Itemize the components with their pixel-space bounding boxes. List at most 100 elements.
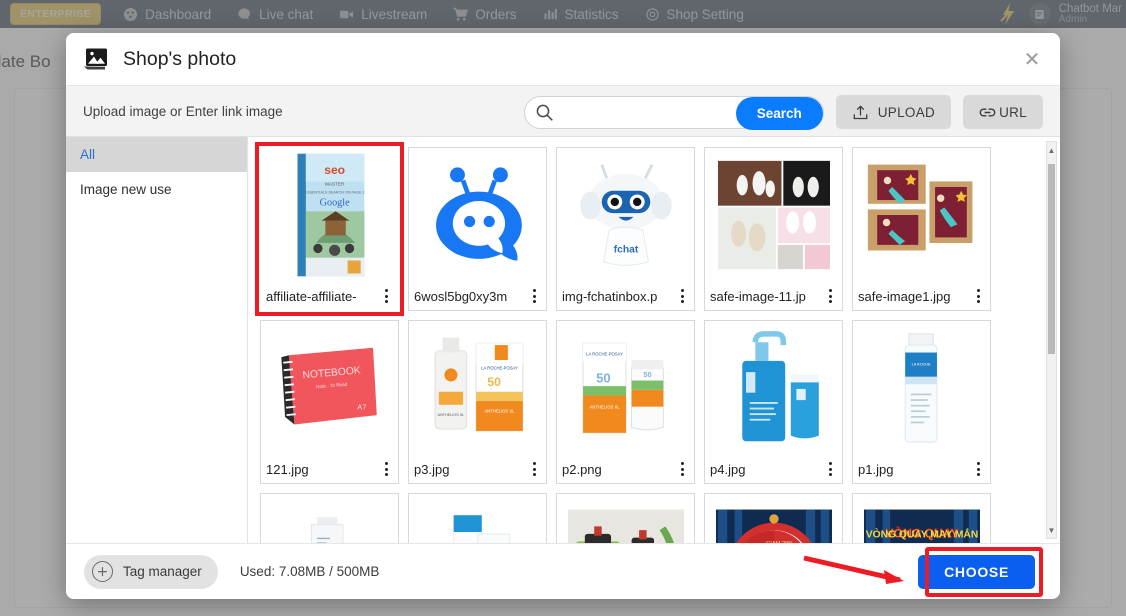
image-grid: seo MASTER ESSENTIALS SEARCH ON PAGE 1 G… xyxy=(255,142,1020,543)
image-name: p2.png xyxy=(562,461,602,477)
svg-text:seo: seo xyxy=(324,163,345,177)
svg-text:LA ROCHE: LA ROCHE xyxy=(911,363,930,367)
svg-text:Google: Google xyxy=(319,198,350,209)
image-thumbnail: LA ROCHE xyxy=(853,321,990,455)
svg-text:LA ROCHE-POSAY: LA ROCHE-POSAY xyxy=(586,351,623,356)
image-name: safe-image1.jpg xyxy=(858,288,951,304)
image-card[interactable]: ANTHELIOS XL LA ROCHE-POSAY 50 ANTHELIOS… xyxy=(408,320,547,484)
url-button-label: URL xyxy=(999,104,1027,120)
image-thumbnail: NOTEBOOK Note - To Read A7 xyxy=(261,321,398,455)
sidebar-item-image-new-use[interactable]: Image new use xyxy=(66,172,247,207)
image-name: p3.jpg xyxy=(414,461,450,477)
sidebar-item-label: Image new use xyxy=(80,182,172,197)
image-card[interactable]: safe-image-11.jp xyxy=(704,147,843,311)
image-card[interactable] xyxy=(408,493,547,543)
category-sidebar: All Image new use xyxy=(66,137,248,543)
more-options-icon[interactable] xyxy=(526,459,542,479)
tag-manager-button[interactable]: + Tag manager xyxy=(84,554,218,589)
image-name: img-fchatinbox.p xyxy=(562,288,658,304)
choose-button[interactable]: CHOOSE xyxy=(918,554,1035,589)
image-name: p4.jpg xyxy=(710,461,746,477)
image-name: affiliate-affiliate- xyxy=(266,288,357,304)
annotation-arrow xyxy=(803,555,904,584)
scroll-up-icon[interactable]: ▲ xyxy=(1047,143,1056,157)
more-options-icon[interactable] xyxy=(674,459,690,479)
search-button[interactable]: Search xyxy=(735,96,823,130)
more-options-icon[interactable] xyxy=(822,286,838,306)
more-options-icon[interactable] xyxy=(526,286,542,306)
image-name: 121.jpg xyxy=(266,461,309,477)
svg-text:ANTHELIOS XL: ANTHELIOS XL xyxy=(484,408,515,413)
more-options-icon[interactable] xyxy=(378,286,394,306)
modal-header: Shop's photo ✕ xyxy=(66,33,1060,85)
image-card-footer: p3.jpg xyxy=(409,455,546,483)
image-card[interactable] xyxy=(556,493,695,543)
image-card-footer: affiliate-affiliate- xyxy=(261,282,398,310)
more-options-icon[interactable] xyxy=(378,459,394,479)
scrollbar-thumb[interactable] xyxy=(1048,164,1055,354)
more-options-icon[interactable] xyxy=(970,459,986,479)
image-card[interactable] xyxy=(260,493,399,543)
image-card-footer: safe-image-11.jp xyxy=(705,282,842,310)
svg-text:fchat: fchat xyxy=(613,244,638,255)
image-name: safe-image-11.jp xyxy=(710,288,806,304)
image-thumbnail: seo MASTER ESSENTIALS SEARCH ON PAGE 1 G… xyxy=(261,148,398,282)
shop-photo-modal: Shop's photo ✕ Upload image or Enter lin… xyxy=(66,33,1060,599)
modal-footer: + Tag manager Used: 7.08MB / 500MB CHOOS… xyxy=(66,543,1060,599)
image-card[interactable]: safe-image1.jpg xyxy=(852,147,991,311)
image-thumbnail: fchat xyxy=(557,148,694,282)
sidebar-item-label: All xyxy=(80,147,96,162)
toolbar-actions: Search UPLOAD URL xyxy=(523,86,1043,138)
svg-text:50: 50 xyxy=(487,375,501,389)
image-card[interactable]: GIAM 20% xyxy=(704,493,843,543)
image-thumbnail xyxy=(853,148,990,282)
svg-text:LA ROCHE-POSAY: LA ROCHE-POSAY xyxy=(481,365,518,370)
image-card[interactable]: seo MASTER ESSENTIALS SEARCH ON PAGE 1 G… xyxy=(255,142,404,316)
image-thumbnail xyxy=(705,148,842,282)
image-card-footer: 6wosl5bg0xy3m xyxy=(409,282,546,310)
upload-button[interactable]: UPLOAD xyxy=(835,95,952,129)
image-card-footer: p4.jpg xyxy=(705,455,842,483)
image-thumbnail: ANTHELIOS XL LA ROCHE-POSAY 50 ANTHELIOS… xyxy=(409,321,546,455)
image-card[interactable]: VÒNG QUAY VÒNG QUAY MAY MẮN xyxy=(852,493,991,543)
svg-text:VÒNG QUAY MAY MẮN: VÒNG QUAY MAY MẮN xyxy=(865,528,978,541)
image-card-footer: safe-image1.jpg xyxy=(853,282,990,310)
image-thumbnail: GIAM 20% xyxy=(705,494,842,543)
image-card[interactable]: fchat img-fchatinbox.p xyxy=(556,147,695,311)
image-thumbnail: LA ROCHE-POSAY 50 ANTHELIOS XL 50 xyxy=(557,321,694,455)
image-card[interactable]: NOTEBOOK Note - To Read A7 121.jpg xyxy=(260,320,399,484)
link-icon xyxy=(979,104,996,121)
svg-text:50: 50 xyxy=(596,370,611,385)
image-card[interactable]: LA ROCHE-POSAY 50 ANTHELIOS XL 50 p2.png xyxy=(556,320,695,484)
sidebar-item-all[interactable]: All xyxy=(66,137,247,172)
scroll-down-icon[interactable]: ▼ xyxy=(1047,523,1056,537)
svg-text:A7: A7 xyxy=(357,403,366,412)
image-card-footer: p2.png xyxy=(557,455,694,483)
svg-text:MASTER: MASTER xyxy=(325,181,345,186)
image-card[interactable]: p4.jpg xyxy=(704,320,843,484)
image-card-footer: p1.jpg xyxy=(853,455,990,483)
image-card-footer: img-fchatinbox.p xyxy=(557,282,694,310)
tag-manager-label: Tag manager xyxy=(123,564,202,579)
grid-scrollbar[interactable]: ▲ ▼ xyxy=(1046,141,1057,539)
image-thumbnail: VÒNG QUAY VÒNG QUAY MAY MẮN xyxy=(853,494,990,543)
image-stack-icon xyxy=(83,47,109,71)
more-options-icon[interactable] xyxy=(674,286,690,306)
image-card[interactable]: LA ROCHE p1.jpg xyxy=(852,320,991,484)
image-thumbnail xyxy=(261,494,398,543)
close-icon[interactable]: ✕ xyxy=(1020,47,1044,71)
image-grid-area: seo MASTER ESSENTIALS SEARCH ON PAGE 1 G… xyxy=(248,137,1060,543)
svg-text:ESSENTIALS SEARCH ON PAGE 1: ESSENTIALS SEARCH ON PAGE 1 xyxy=(304,191,364,195)
url-button[interactable]: URL xyxy=(963,95,1043,129)
image-thumbnail xyxy=(409,148,546,282)
upload-hint-label: Upload image or Enter link image xyxy=(83,103,283,119)
modal-toolbar: Upload image or Enter link image Search … xyxy=(66,85,1060,137)
search-field-wrapper[interactable]: Search xyxy=(523,95,824,130)
upload-icon xyxy=(852,104,869,121)
storage-used-label: Used: 7.08MB / 500MB xyxy=(239,564,380,579)
more-options-icon[interactable] xyxy=(970,286,986,306)
image-name: p1.jpg xyxy=(858,461,894,477)
more-options-icon[interactable] xyxy=(822,459,838,479)
image-card[interactable]: 6wosl5bg0xy3m xyxy=(408,147,547,311)
svg-text:50: 50 xyxy=(643,370,651,379)
